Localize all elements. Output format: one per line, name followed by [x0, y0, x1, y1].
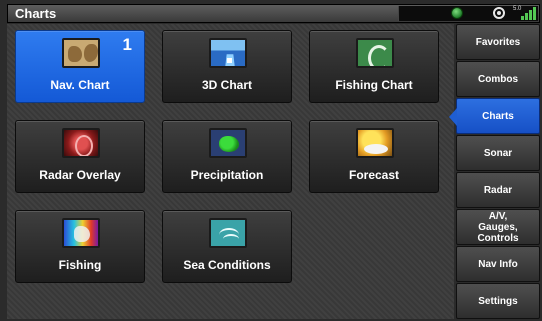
tile-badge: 1	[122, 35, 132, 54]
page-title: Charts	[15, 6, 57, 21]
tile-label: Radar Overlay	[39, 168, 121, 182]
title-bar: Charts 5.0	[7, 4, 540, 23]
nav-chart-icon	[62, 38, 100, 68]
gps-icon	[493, 7, 505, 19]
tile-label: Fishing Chart	[335, 78, 413, 92]
sidebar-item-av-gauges-controls[interactable]: A/V, Gauges, Controls	[456, 209, 540, 245]
chart-menu-grid: 1 Nav. Chart 3D Chart Fishing Chart Rada…	[7, 24, 454, 319]
tile-radar-overlay[interactable]: Radar Overlay	[15, 120, 145, 193]
sidebar-item-favorites[interactable]: Favorites	[456, 24, 540, 60]
tile-fishing-chart[interactable]: Fishing Chart	[309, 30, 439, 103]
sidebar-item-settings[interactable]: Settings	[456, 283, 540, 319]
3d-chart-icon	[209, 38, 247, 68]
sidebar-item-radar[interactable]: Radar	[456, 172, 540, 208]
signal-strength-icon: 5.0	[513, 6, 536, 20]
fishing-chart-icon	[356, 38, 394, 68]
sidebar-item-combos[interactable]: Combos	[456, 61, 540, 97]
tile-label: 3D Chart	[201, 78, 252, 92]
sidebar-item-nav-info[interactable]: Nav Info	[456, 246, 540, 282]
tile-label: Forecast	[348, 168, 400, 182]
tile-forecast[interactable]: Forecast	[309, 120, 439, 193]
tile-label: Sea Conditions	[183, 258, 271, 272]
tile-label: Fishing	[58, 258, 102, 272]
tile-label: Nav. Chart	[50, 78, 110, 92]
status-area: 5.0	[398, 6, 538, 21]
tile-label: Precipitation	[190, 168, 264, 182]
sidebar-item-charts[interactable]: Charts	[449, 98, 540, 134]
home-screen: Charts 5.0 1 Nav. Chart 3D Chart Fishing…	[0, 0, 542, 321]
precipitation-icon	[209, 128, 247, 158]
globe-icon	[451, 7, 463, 19]
tile-sea-conditions[interactable]: Sea Conditions	[162, 210, 292, 283]
tile-3d-chart[interactable]: 3D Chart	[162, 30, 292, 103]
tile-precipitation[interactable]: Precipitation	[162, 120, 292, 193]
forecast-icon	[356, 128, 394, 158]
tile-nav-chart[interactable]: 1 Nav. Chart	[15, 30, 145, 103]
fishing-icon	[62, 218, 100, 248]
right-sidebar: Favorites Combos Charts Sonar Radar A/V,…	[449, 24, 540, 321]
tile-fishing[interactable]: Fishing	[15, 210, 145, 283]
sea-conditions-icon	[209, 218, 247, 248]
sidebar-item-sonar[interactable]: Sonar	[456, 135, 540, 171]
radar-overlay-icon	[62, 128, 100, 158]
